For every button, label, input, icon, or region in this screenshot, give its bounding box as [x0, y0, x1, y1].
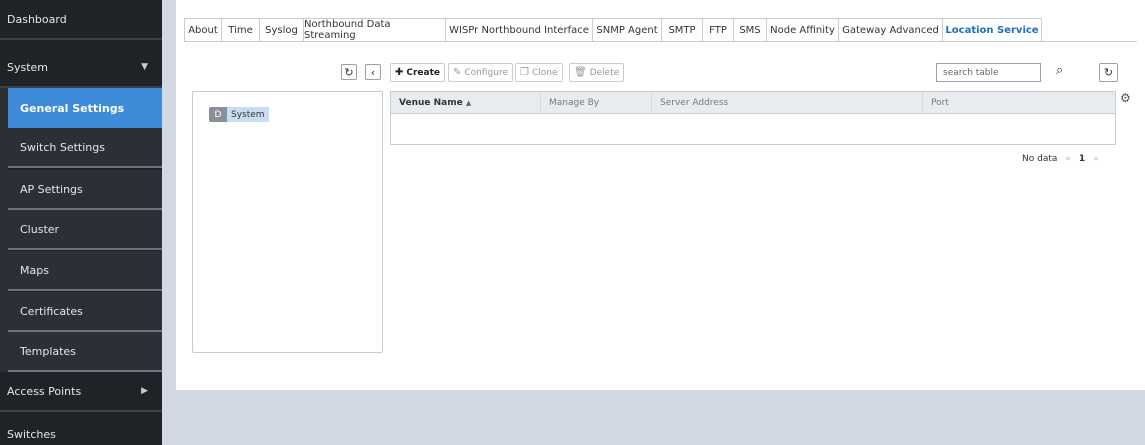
tab-location-service[interactable]: Location Service: [942, 18, 1042, 42]
system-tree-panel: D System: [192, 91, 383, 353]
delete-label: Delete: [589, 67, 620, 78]
table-header: Venue Name ▲ Manage By Server Address Po…: [391, 92, 1115, 114]
refresh-table-button[interactable]: ↻: [1099, 63, 1118, 82]
sidebar-item-ap-settings[interactable]: AP Settings: [8, 170, 162, 210]
tab-about[interactable]: About: [184, 18, 221, 42]
delete-button[interactable]: 🗑 Delete: [569, 63, 625, 82]
no-data-text: No data: [1022, 154, 1058, 164]
domain-badge: D: [209, 107, 227, 122]
sort-ascending-icon: ▲: [465, 99, 472, 107]
tab-smtp[interactable]: SMTP: [661, 18, 702, 42]
sidebar-item-cluster[interactable]: Cluster: [8, 210, 162, 250]
sidebar-item-switch-settings[interactable]: Switch Settings: [8, 128, 162, 168]
page-number[interactable]: 1: [1079, 154, 1085, 164]
nav-item-access-points[interactable]: Access Points ▶: [0, 372, 162, 412]
clone-button[interactable]: ❐ Clone: [515, 63, 563, 82]
sidebar-item-label: AP Settings: [20, 182, 83, 196]
nav-label: System: [7, 60, 49, 74]
chevron-left-icon: ‹: [370, 65, 376, 79]
sidebar-item-label: Switch Settings: [20, 140, 105, 154]
tab-time[interactable]: Time: [221, 18, 259, 42]
column-label: Venue Name: [399, 98, 463, 108]
configure-label: Configure: [464, 67, 509, 78]
search-input[interactable]: [936, 63, 1041, 82]
sidebar-item-label: Templates: [20, 344, 76, 358]
sidebar-item-general-settings[interactable]: General Settings: [8, 88, 162, 128]
nav-label: Switches: [7, 427, 56, 441]
column-label: Server Address: [660, 98, 729, 108]
refresh-tree-button[interactable]: ↻: [341, 64, 357, 80]
tab-divider: [184, 41, 1137, 42]
column-port[interactable]: Port: [923, 92, 1115, 114]
tab-node-affinity[interactable]: Node Affinity: [766, 18, 838, 42]
sidebar-item-label: Certificates: [20, 304, 83, 318]
clone-icon: ❐: [520, 67, 529, 78]
tab-northbound-data-streaming[interactable]: Northbound Data Streaming: [303, 18, 445, 42]
tab-wispr-northbound-interface[interactable]: WISPr Northbound Interface: [445, 18, 592, 42]
column-label: Manage By: [549, 98, 600, 108]
sidebar-item-maps[interactable]: Maps: [8, 251, 162, 291]
clone-label: Clone: [531, 67, 558, 78]
sidebar-item-templates[interactable]: Templates: [8, 332, 162, 372]
pager: No data « 1 »: [1022, 154, 1099, 164]
sidebar-item-label: Maps: [20, 263, 49, 277]
sidebar-item-certificates[interactable]: Certificates: [8, 292, 162, 332]
tab-snmp-agent[interactable]: SNMP Agent: [592, 18, 661, 42]
plus-icon: ✚: [395, 67, 404, 78]
nav-item-system[interactable]: System ▼: [0, 48, 162, 88]
tab-syslog[interactable]: Syslog: [259, 18, 303, 42]
next-page-button[interactable]: »: [1093, 154, 1099, 164]
tree-node-label: System: [227, 107, 269, 122]
column-manage-by[interactable]: Manage By: [541, 92, 652, 114]
prev-page-button[interactable]: «: [1065, 154, 1071, 164]
refresh-icon: ↻: [344, 65, 354, 79]
nav-label: Access Points: [7, 384, 82, 398]
tab-gateway-advanced[interactable]: Gateway Advanced: [838, 18, 942, 42]
settings-tabs: About Time Syslog Northbound Data Stream…: [184, 18, 1042, 42]
nav-label: Dashboard: [7, 12, 67, 26]
column-server-address[interactable]: Server Address: [652, 92, 923, 114]
pencil-icon: ✎: [453, 67, 462, 78]
column-venue-name[interactable]: Venue Name ▲: [391, 92, 541, 114]
column-label: Port: [931, 98, 949, 108]
configure-button[interactable]: ✎ Configure: [448, 63, 514, 82]
collapse-tree-button[interactable]: ‹: [365, 64, 381, 80]
nav-item-dashboard[interactable]: Dashboard: [0, 0, 162, 40]
location-service-table: Venue Name ▲ Manage By Server Address Po…: [390, 91, 1116, 145]
tree-node-system[interactable]: D System: [209, 107, 269, 122]
create-button[interactable]: ✚ Create: [390, 63, 446, 82]
create-label: Create: [406, 67, 441, 78]
tab-ftp[interactable]: FTP: [702, 18, 733, 42]
chevron-down-icon: ▼: [141, 62, 148, 72]
gear-icon[interactable]: ⚙: [1120, 91, 1131, 105]
sidebar-item-label: Cluster: [20, 222, 60, 236]
sidebar-item-label: General Settings: [20, 101, 125, 115]
refresh-icon: ↻: [1103, 66, 1114, 79]
nav-item-switches[interactable]: Switches: [0, 414, 162, 445]
trash-icon: 🗑: [574, 67, 587, 78]
search-icon[interactable]: ⌕: [1056, 63, 1063, 78]
chevron-right-icon: ▶: [141, 386, 148, 396]
sidebar: Dashboard System ▼ General Settings Swit…: [0, 0, 162, 445]
tab-sms[interactable]: SMS: [733, 18, 766, 42]
main-panel: About Time Syslog Northbound Data Stream…: [176, 0, 1145, 390]
sub-menu-indent-bar: [0, 88, 8, 374]
